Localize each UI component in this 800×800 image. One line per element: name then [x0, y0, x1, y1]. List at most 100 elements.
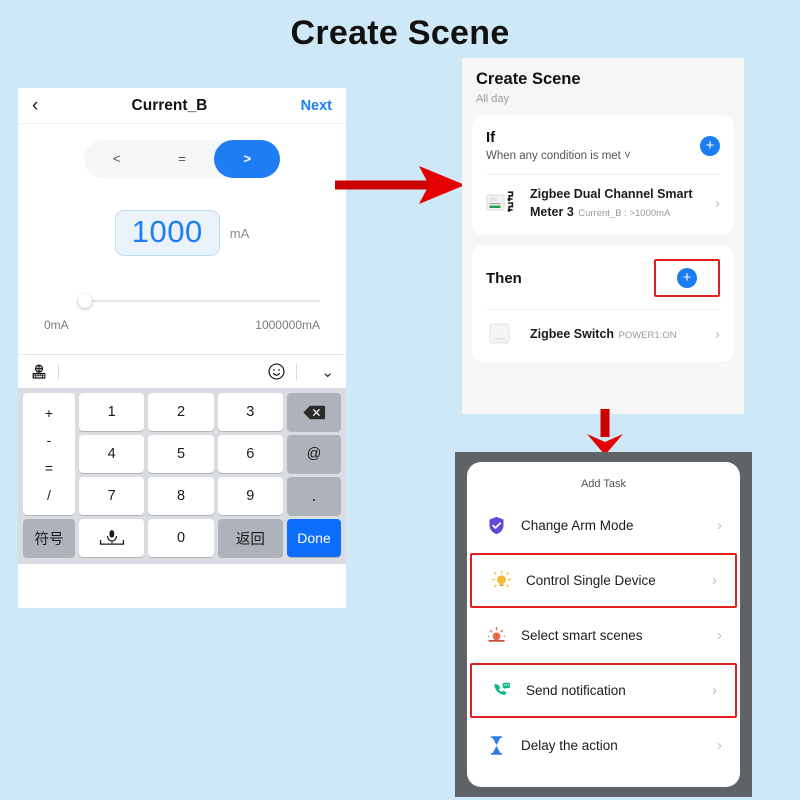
if-title: If [486, 129, 496, 146]
task-row-change-arm-mode[interactable]: Change Arm Mode › [467, 498, 740, 553]
task-label-control-single-device: Control Single Device [526, 573, 656, 588]
chevron-right-icon-notify[interactable]: › [712, 682, 717, 699]
emoji-smiley-icon[interactable] [267, 362, 286, 381]
key-done[interactable]: Done [287, 519, 341, 557]
comparator-option-less[interactable]: < [84, 140, 149, 178]
hourglass-icon [485, 735, 507, 757]
if-device-row[interactable]: Zigbee Dual Channel Smart Meter 3 Curren… [472, 175, 734, 235]
if-device-text: Zigbee Dual Channel Smart Meter 3 Curren… [530, 185, 705, 221]
chevron-right-icon-2[interactable]: › [715, 326, 720, 343]
then-card-text: Then [486, 270, 522, 287]
then-add-task-button[interactable]: + [677, 268, 697, 288]
chevron-down-icon[interactable]: ⌄ [321, 363, 334, 381]
key-equals[interactable]: = [45, 461, 53, 475]
key-plus[interactable]: + [45, 406, 53, 420]
slider-track[interactable] [40, 294, 324, 308]
key-2[interactable]: 2 [148, 393, 214, 431]
scene-panel-subtitle: All day [476, 93, 510, 105]
current-value-input[interactable]: 1000 [114, 210, 220, 256]
task-row-select-smart-scenes[interactable]: Select smart scenes › [467, 608, 740, 663]
key-dot[interactable]: . [287, 477, 341, 515]
arrow-scene-to-tasks-icon [575, 408, 635, 456]
ime-toolbar: ⌄ [18, 354, 346, 388]
key-operators[interactable]: + - = / [23, 393, 75, 515]
page-title: Create Scene [290, 14, 510, 52]
then-title: Then [486, 269, 522, 287]
chevron-right-icon[interactable]: › [715, 195, 720, 212]
task-row-send-notification[interactable]: Send notification › [470, 663, 737, 718]
key-9[interactable]: 9 [217, 477, 283, 515]
key-0[interactable]: 0 [148, 519, 214, 557]
scene-sunrise-icon [485, 625, 507, 647]
key-slash[interactable]: / [47, 488, 51, 502]
create-scene-panel: Create Scene All day If When any conditi… [462, 58, 744, 414]
slider-line [86, 300, 320, 302]
key-3[interactable]: 3 [217, 393, 283, 431]
chevron-right-icon-arm[interactable]: › [717, 517, 722, 534]
shield-check-icon [485, 515, 507, 537]
phone-message-icon [490, 680, 512, 702]
then-card-header: Then + [472, 245, 734, 309]
if-subtitle[interactable]: When any condition is met ˅ [486, 150, 631, 162]
lightbulb-icon [490, 570, 512, 592]
key-1[interactable]: 1 [79, 393, 145, 431]
current-slider[interactable]: 0mA 1000000mA [18, 294, 346, 332]
zigbee-switch-icon [486, 320, 520, 348]
globe-keyboard-icon[interactable] [30, 363, 48, 381]
if-card-text: If When any condition is met ˅ [486, 129, 631, 162]
backspace-icon[interactable] [287, 393, 341, 431]
key-4[interactable]: 4 [79, 435, 145, 473]
chevron-right-icon-delay[interactable]: › [717, 737, 722, 754]
key-return[interactable]: 返回 [217, 519, 283, 557]
then-card: Then + Zigbee Switch POWER1:ON › [472, 245, 734, 362]
task-label-select-smart-scenes: Select smart scenes [521, 628, 643, 643]
task-label-delay-the-action: Delay the action [521, 738, 618, 753]
comparator-track: < = > [84, 140, 280, 178]
nav-title: Current_B [131, 96, 208, 114]
key-6[interactable]: 6 [217, 435, 283, 473]
ime-divider-2 [296, 363, 298, 380]
comparator-option-equal[interactable]: = [149, 140, 214, 178]
comparator-segmented-control: < = > [18, 124, 346, 178]
if-card-header: If When any condition is met ˅ + [472, 115, 734, 174]
key-7[interactable]: 7 [79, 477, 145, 515]
key-minus[interactable]: - [47, 433, 52, 447]
if-device-meta: Current_B : >1000mA [578, 208, 671, 219]
slider-min-label: 0mA [44, 318, 69, 332]
ime-divider [58, 363, 59, 380]
then-device-name: Zigbee Switch [530, 327, 615, 341]
chevron-right-icon-scenes[interactable]: › [717, 627, 722, 644]
value-row: 1000 mA [18, 210, 346, 256]
then-device-meta: POWER1:ON [618, 330, 677, 341]
if-card: If When any condition is met ˅ + Zigbee … [472, 115, 734, 235]
key-at[interactable]: @ [287, 435, 341, 473]
task-row-control-single-device[interactable]: Control Single Device › [470, 553, 737, 608]
space-mic-icon[interactable] [79, 519, 145, 557]
then-add-highlight-box: + [654, 259, 720, 297]
key-symbols[interactable]: 符号 [23, 519, 75, 557]
comparator-option-greater[interactable]: > [215, 140, 280, 178]
scene-panel-title: Create Scene [476, 70, 581, 88]
task-label-send-notification: Send notification [526, 683, 626, 698]
if-add-condition-button[interactable]: + [700, 135, 720, 156]
slider-labels: 0mA 1000000mA [40, 318, 324, 332]
screenshot-root: Create Scene ‹ Current_B Next < = > 1000… [0, 0, 800, 800]
add-task-panel-frame: Add Task Change Arm Mode › Control Singl… [455, 452, 752, 797]
key-5[interactable]: 5 [148, 435, 214, 473]
key-8[interactable]: 8 [148, 477, 214, 515]
nav-bar: ‹ Current_B Next [18, 88, 346, 124]
then-device-row[interactable]: Zigbee Switch POWER1:ON › [472, 310, 734, 362]
task-label-change-arm-mode: Change Arm Mode [521, 518, 634, 533]
next-button[interactable]: Next [301, 98, 332, 114]
slider-knob[interactable] [78, 294, 92, 308]
back-chevron-left-icon[interactable]: ‹ [32, 96, 38, 115]
slider-max-label: 1000000mA [255, 318, 320, 332]
value-unit-label: mA [229, 225, 250, 241]
arrow-left-to-scene-icon [333, 160, 473, 210]
add-task-title: Add Task [580, 478, 627, 490]
numeric-keyboard: + - = / 1 2 3 4 5 6 @ 7 8 9 . 符号 0 返回 Do… [18, 388, 346, 564]
chevron-right-icon-device[interactable]: › [712, 572, 717, 589]
add-task-sheet: Add Task Change Arm Mode › Control Singl… [467, 462, 740, 787]
zigbee-meter-icon [486, 189, 520, 217]
task-row-delay-the-action[interactable]: Delay the action › [467, 718, 740, 773]
